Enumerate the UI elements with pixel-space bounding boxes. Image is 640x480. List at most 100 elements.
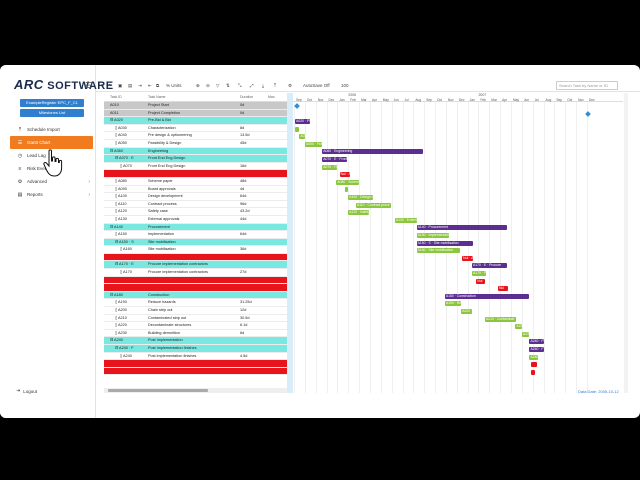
col-header-extra[interactable]: Max <box>268 93 288 101</box>
summary-bar[interactable]: A170 · E · Procure <box>471 263 507 269</box>
task-duration[interactable]: 64d <box>240 193 268 200</box>
task-duration[interactable]: 0d <box>240 110 268 117</box>
task-bar[interactable]: A100 · Design develo <box>348 195 382 200</box>
table-row[interactable]: ▯ A110 Contract process 96d <box>104 201 292 209</box>
task-name[interactable]: Chain strip out <box>148 307 240 314</box>
task-name[interactable]: Contract process <box>148 201 240 208</box>
task-name[interactable] <box>148 368 240 375</box>
task-bar[interactable]: A150 · Implementation <box>416 233 452 238</box>
task-name[interactable]: Front End Eng Design <box>148 163 240 170</box>
table-row[interactable]: ⊟ A170 · E Procure implementation contrac… <box>104 261 292 270</box>
task-duration[interactable] <box>240 148 268 155</box>
nav-item-gantt-chart[interactable]: ☰ Gantt Chart <box>10 136 93 149</box>
fit-icon[interactable]: ⤡ <box>238 81 242 90</box>
task-duration[interactable] <box>240 254 268 261</box>
task-name[interactable] <box>148 254 240 261</box>
gantt-vertical-scrollbar[interactable] <box>624 93 628 393</box>
redo-icon[interactable]: ↷ <box>108 81 112 90</box>
table-row[interactable]: ▯ A160 Site mobilisation 36d <box>104 246 292 254</box>
logout-button[interactable]: ⇥ Logout <box>16 388 37 394</box>
task-name[interactable]: Board approvals <box>148 186 240 193</box>
task-duration[interactable]: 36d <box>240 246 268 253</box>
table-row[interactable]: ▯ A080 Scheme paper 48d <box>104 178 292 186</box>
table-row[interactable]: ⊟ A240 Post Implementation <box>104 337 292 345</box>
task-duration[interactable] <box>240 170 268 177</box>
task-name[interactable]: Site mobilisation <box>148 246 240 253</box>
zoom-level-select[interactable]: 100 <box>341 81 349 90</box>
table-row[interactable]: ▯ A230 Building demolition 6d <box>104 330 292 338</box>
task-name[interactable]: Decontaminate structures <box>148 322 240 329</box>
summary-bar[interactable]: A240 · F · Pos <box>529 347 552 352</box>
task-bar[interactable]: A040 <box>299 134 308 140</box>
col-header-id[interactable]: Task ID <box>108 93 148 101</box>
table-row[interactable]: ▯ A090 Board approvals 4d <box>104 186 292 194</box>
task-name[interactable]: Project Completion <box>148 110 240 117</box>
summary-bar[interactable]: A240 · Pos <box>529 339 547 345</box>
task-name[interactable]: Post Implementation finishes <box>148 345 240 352</box>
task-name[interactable]: Building demolition <box>148 330 240 337</box>
task-name[interactable]: Reduce hazards <box>148 299 240 306</box>
task-duration[interactable]: 64d <box>240 231 268 238</box>
task-duration[interactable]: 12d <box>240 307 268 314</box>
task-bar[interactable]: A210 · Contaminat <box>484 316 517 322</box>
task-duration[interactable]: 0d <box>240 102 268 109</box>
outdent-icon[interactable]: ⇤ <box>148 81 152 90</box>
summary-bar[interactable]: A180 · Construction <box>444 293 530 299</box>
task-name[interactable]: Site mobilisation <box>148 239 240 246</box>
task-name[interactable]: Characterization <box>148 125 240 132</box>
task-duration[interactable] <box>240 360 268 367</box>
link-icon[interactable]: ⧉ <box>156 81 159 90</box>
milestones-list-button[interactable]: Milestones List <box>20 109 84 117</box>
task-bar[interactable]: A190 · Red <box>444 301 463 307</box>
table-row[interactable]: ⊟ A240 · F Post Implementation finishes <box>104 345 292 353</box>
table-row[interactable]: ▯ A240 Post implementation finishes 4.5d <box>104 353 292 361</box>
table-row[interactable]: ⊟ A060 Engineering <box>104 147 292 156</box>
summary-bar[interactable]: A070 · E · Front En <box>322 157 352 162</box>
task-duration[interactable] <box>240 292 268 299</box>
task-bar[interactable]: A240 <box>529 354 538 360</box>
table-row[interactable]: A010 Project Start 0d <box>104 102 292 110</box>
task-name[interactable]: Contaminated strip out <box>148 315 240 322</box>
task-name[interactable] <box>148 170 240 177</box>
task-bar[interactable]: A170 · P <box>471 271 486 276</box>
task-duration[interactable]: 45d <box>240 140 268 147</box>
task-name[interactable]: Procure implementation contractors <box>148 269 240 276</box>
col-header-name[interactable]: Task Name <box>148 93 240 101</box>
task-name[interactable]: Post Implementation <box>148 337 240 344</box>
table-row[interactable]: ▯ A150 Implementation 64d <box>104 231 292 239</box>
task-search-input[interactable]: Search Task by Name or ID <box>556 81 618 90</box>
nav-item-reports[interactable]: ▤ Reports › <box>10 188 93 201</box>
task-duration[interactable]: 27d <box>240 269 268 276</box>
task-duration[interactable] <box>240 345 268 352</box>
table-row[interactable]: ⊟ A140 Procurement <box>104 223 292 232</box>
nav-item-schedule-import[interactable]: ⤒ Schedule Import <box>10 123 93 136</box>
task-duration[interactable]: 6.1d <box>240 322 268 329</box>
task-duration[interactable]: 4d <box>240 186 268 193</box>
task-name[interactable]: Feasibility & Design <box>148 140 240 147</box>
save-icon[interactable]: ▣ <box>118 81 122 90</box>
summary-bar[interactable]: A020 · Pre-Bid & <box>295 119 322 124</box>
task-name[interactable]: Construction <box>148 292 240 299</box>
task-duration[interactable]: 44d <box>240 216 268 223</box>
summary-bar[interactable]: A150 · S · Site mobilisation <box>416 240 473 246</box>
menu-toggle-icon[interactable]: ☰ <box>85 81 92 90</box>
task-duration[interactable] <box>240 368 268 375</box>
table-horizontal-scrollbar[interactable] <box>104 388 292 393</box>
critical-bar[interactable]: Nul · A <box>339 172 351 178</box>
task-duration[interactable]: 4.5d <box>240 353 268 360</box>
expand-icon[interactable]: ⤢ <box>250 81 254 90</box>
table-row[interactable]: ▯ A190 Reduce hazards 31.25d <box>104 299 292 308</box>
upload-icon[interactable]: ⤒ <box>274 81 276 90</box>
download-icon[interactable]: ⤓ <box>262 81 264 90</box>
task-bar[interactable]: A130 · Externa <box>394 217 419 223</box>
task-duration[interactable]: 48d <box>240 178 268 185</box>
critical-bar[interactable] <box>530 362 538 368</box>
task-duration[interactable]: 6d <box>240 330 268 337</box>
table-row[interactable] <box>104 360 292 368</box>
table-row[interactable]: ▯ A210 Contaminated strip out 30.5d <box>104 315 292 323</box>
task-name[interactable]: Implementation <box>148 231 240 238</box>
critical-bar[interactable] <box>530 369 535 375</box>
task-name[interactable] <box>148 277 240 284</box>
sort-icon[interactable]: ⇅ <box>226 81 230 90</box>
task-bar[interactable] <box>344 187 349 193</box>
